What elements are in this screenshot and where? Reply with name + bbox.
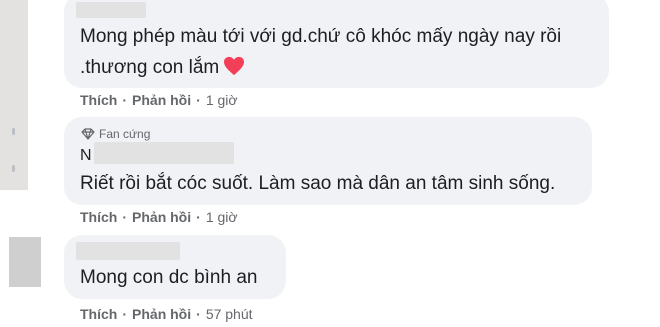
reply-button[interactable]: Phản hồi [132,306,191,322]
commenter-name-start: N [80,147,92,164]
like-button[interactable]: Thích [80,92,117,108]
comment-text: Mong con dc bình an [80,267,258,288]
timestamp[interactable]: 1 giờ [206,92,238,108]
heart-icon [224,56,245,76]
like-button[interactable]: Thích [80,306,117,322]
comment-text-fragment: .thương con lắm [80,57,220,78]
separator: · [122,209,128,225]
reply-button[interactable]: Phản hồi [132,92,191,108]
separator: · [196,92,201,108]
diamond-icon [81,128,95,140]
comment-thread: Mong phép màu tới với gd.chứ cô khóc mấy… [0,0,660,327]
fan-badge[interactable]: Fan cứng [81,127,150,141]
left-thread-strip [0,0,28,190]
commenter-name-blurred[interactable] [76,242,180,260]
comment-bubble-1: Mong phép màu tới với gd.chứ cô khóc mấy… [64,0,609,88]
avatar[interactable] [9,237,41,287]
comment-actions-2: Thích · Phản hồi · 1 giờ [80,209,238,225]
separator: · [122,92,128,108]
comment-actions-3: Thích · Phản hồi · 57 phút [80,306,253,322]
fan-badge-label: Fan cứng [99,127,151,141]
timestamp[interactable]: 1 giờ [206,209,238,225]
separator: · [196,209,201,225]
timestamp[interactable]: 57 phút [206,306,253,322]
separator: · [196,306,201,322]
comment-bubble-2: Fan cứng N Riết rồi bắt cóc suốt. Làm sa… [64,117,592,205]
comment-bubble-3: Mong con dc bình an [64,235,286,299]
commenter-name-blurred[interactable] [76,2,146,18]
comment-text-line: .thương con lắm [80,54,245,82]
comment-text-line: Mong phép màu tới với gd.chứ cô khóc mấy… [80,26,562,47]
comment-actions-1: Thích · Phản hồi · 1 giờ [80,92,238,108]
commenter-name-blurred[interactable] [94,142,234,164]
comment-text: Riết rồi bắt cóc suốt. Làm sao mà dân an… [80,173,556,194]
thread-dot [12,128,15,135]
thread-dot [12,165,15,172]
separator: · [122,306,128,322]
reply-button[interactable]: Phản hồi [132,209,191,225]
like-button[interactable]: Thích [80,209,117,225]
